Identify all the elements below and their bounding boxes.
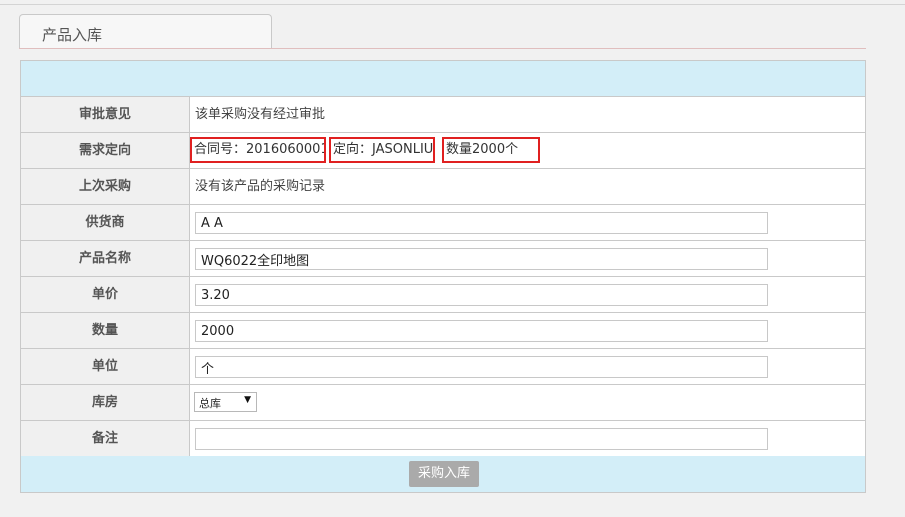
- last-purchase-label: 上次采购: [21, 169, 190, 204]
- quantity-label: 数量: [21, 313, 190, 348]
- supplier-value-cell: [190, 205, 865, 240]
- purchase-stock-in-button[interactable]: 采购入库: [409, 461, 479, 487]
- warehouse-label: 库房: [21, 385, 190, 420]
- demand-value-cell: 合同号：2016060001 定向：JASONLIU 数量2000个: [190, 133, 865, 168]
- supplier-input[interactable]: [195, 212, 768, 234]
- row-product-name: 产品名称: [21, 241, 865, 277]
- tab-title: 产品入库: [42, 26, 103, 44]
- row-remarks: 备注: [21, 421, 865, 457]
- tab-product-stock-in[interactable]: 产品入库: [19, 14, 272, 48]
- row-demand: 需求定向 合同号：2016060001 定向：JASONLIU 数量2000个: [21, 133, 865, 169]
- row-warehouse: 库房 总库 ▼: [21, 385, 865, 421]
- unit-value-cell: [190, 349, 865, 384]
- product-name-input[interactable]: [195, 248, 768, 270]
- row-quantity: 数量: [21, 313, 865, 349]
- approval-label: 审批意见: [21, 97, 190, 132]
- row-approval: 审批意见 该单采购没有经过审批: [21, 97, 865, 133]
- warehouse-selected-value: 总库: [199, 397, 221, 410]
- remarks-value-cell: [190, 421, 865, 456]
- quantity-input[interactable]: [195, 320, 768, 342]
- remarks-label: 备注: [21, 421, 190, 456]
- last-purchase-value: 没有该产品的采购记录: [195, 179, 326, 194]
- unit-price-input[interactable]: [195, 284, 768, 306]
- row-supplier: 供货商: [21, 205, 865, 241]
- tab-underline: [19, 48, 866, 49]
- product-name-value-cell: [190, 241, 865, 276]
- row-unit: 单位: [21, 349, 865, 385]
- unit-price-label: 单价: [21, 277, 190, 312]
- product-name-label: 产品名称: [21, 241, 190, 276]
- target-badge: 定向：JASONLIU: [329, 137, 435, 163]
- remarks-input[interactable]: [195, 428, 768, 450]
- row-unit-price: 单价: [21, 277, 865, 313]
- last-purchase-value-cell: 没有该产品的采购记录: [190, 169, 865, 204]
- unit-input[interactable]: [195, 356, 768, 378]
- warehouse-value-cell: 总库 ▼: [190, 385, 865, 420]
- demand-quantity-badge: 数量2000个: [442, 137, 540, 163]
- top-divider: [0, 4, 905, 5]
- row-last-purchase: 上次采购 没有该产品的采购记录: [21, 169, 865, 205]
- unit-price-value-cell: [190, 277, 865, 312]
- warehouse-select[interactable]: 总库 ▼: [194, 392, 257, 412]
- approval-value: 该单采购没有经过审批: [195, 107, 326, 122]
- demand-label: 需求定向: [21, 133, 190, 168]
- approval-value-cell: 该单采购没有经过审批: [190, 97, 865, 132]
- supplier-label: 供货商: [21, 205, 190, 240]
- unit-label: 单位: [21, 349, 190, 384]
- stock-in-form: 审批意见 该单采购没有经过审批 需求定向 合同号：2016060001 定向：J…: [20, 60, 866, 493]
- form-header-bar: [21, 61, 865, 97]
- quantity-value-cell: [190, 313, 865, 348]
- contract-number-badge: 合同号：2016060001: [190, 137, 326, 163]
- dropdown-arrow-icon: ▼: [244, 395, 251, 405]
- form-footer-bar: 采购入库: [21, 456, 865, 492]
